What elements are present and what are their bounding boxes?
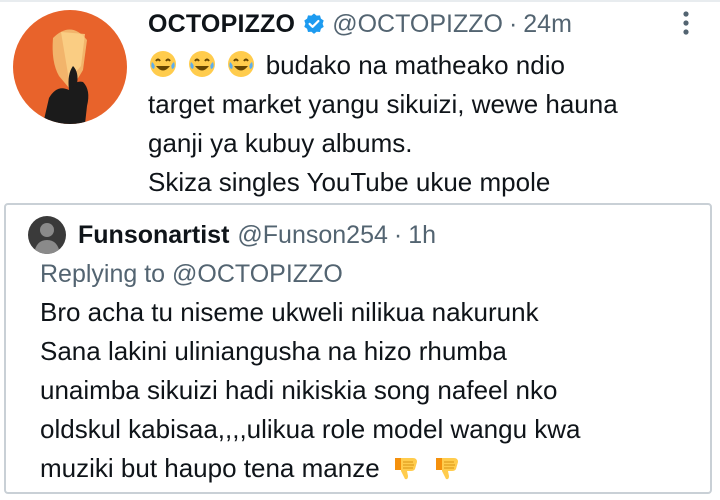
replying-to: Replying to @OCTOPIZZO: [40, 260, 343, 289]
tweet-text-line: Skiza singles YouTube ukue mpole: [148, 167, 551, 197]
replying-to-link[interactable]: @OCTOPIZZO: [172, 260, 343, 288]
quoted-text-line: oldskul kabisaa,,,,ulikua role model wan…: [40, 414, 581, 444]
quoted-tweet-header: Funsonartist @Funson254 · 1h: [28, 215, 436, 255]
quoted-handle[interactable]: @Funson254: [237, 221, 387, 250]
tweet-text-line: ganji ya kubuy albums.: [148, 128, 413, 158]
verified-badge-icon: [304, 13, 324, 34]
separator-dot: ·: [508, 9, 518, 38]
quoted-text-line: Bro acha tu niseme ukweli nilikua nakuru…: [40, 297, 539, 327]
quoted-text-line: Sana lakini uliniangusha na hizo rhumba: [40, 336, 507, 366]
thumbs-down-emoji-icon: [387, 453, 462, 483]
tweet-text-line: target market yangu sikuizi, wewe hauna: [148, 89, 618, 119]
avatar[interactable]: [13, 10, 127, 124]
quoted-display-name[interactable]: Funsonartist: [78, 221, 229, 250]
tweet-text-segment: budako na matheako ndio: [265, 50, 565, 80]
tweet-header: OCTOPIZZO @OCTOPIZZO · 24m: [148, 6, 572, 42]
quoted-tweet[interactable]: Funsonartist @Funson254 · 1h Replying to…: [4, 203, 712, 494]
tweet-text-line: budako na matheako ndio: [148, 46, 708, 85]
more-vertical-icon[interactable]: [680, 8, 692, 38]
replying-prefix: Replying to: [40, 260, 166, 288]
laughing-crying-emoji-icon: [148, 50, 266, 80]
avatar-silhouette-icon: [13, 10, 127, 124]
quoted-timestamp[interactable]: 1h: [408, 221, 436, 250]
timestamp[interactable]: 24m: [523, 10, 572, 39]
tweet-text: budako na matheako ndio target market ya…: [148, 46, 708, 202]
quoted-tweet-text: Bro acha tu niseme ukweli nilikua nakuru…: [40, 293, 700, 488]
quoted-text-line: unaimba sikuizi hadi nikiskia song nafee…: [40, 375, 558, 405]
quoted-avatar[interactable]: [28, 216, 66, 254]
quoted-text-line: muziki but haupo tena manze: [40, 449, 700, 488]
main-tweet[interactable]: OCTOPIZZO @OCTOPIZZO · 24m budako na mat…: [0, 0, 720, 198]
quoted-text-segment: muziki but haupo tena manze: [40, 453, 380, 483]
separator-dot: ·: [393, 220, 403, 249]
quoted-avatar-icon: [28, 216, 66, 254]
display-name[interactable]: OCTOPIZZO: [148, 10, 295, 39]
handle[interactable]: @OCTOPIZZO: [332, 10, 503, 39]
